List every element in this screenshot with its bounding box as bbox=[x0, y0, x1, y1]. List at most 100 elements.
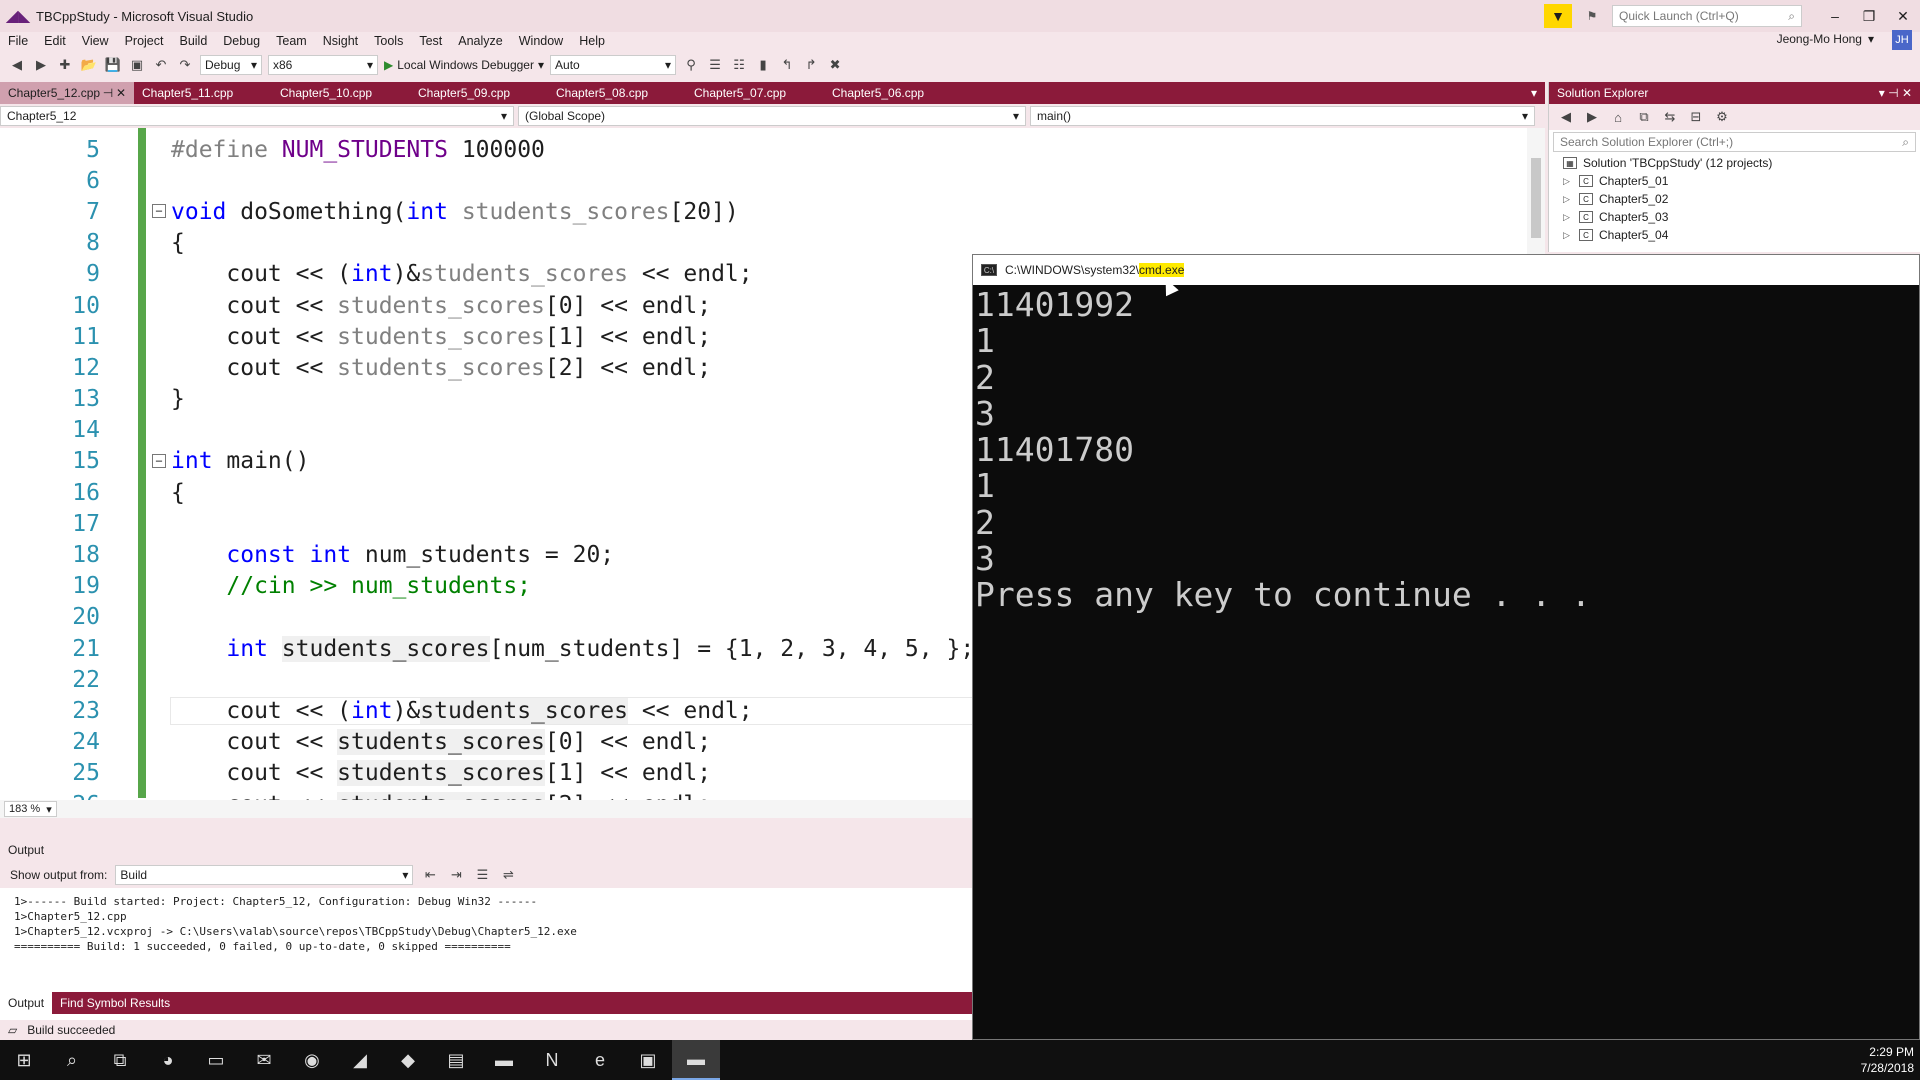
tab-chapter5-09[interactable]: Chapter5_09.cpp bbox=[410, 82, 548, 104]
task-view-icon[interactable]: ⧉ bbox=[96, 1040, 144, 1080]
edge-icon[interactable]: e bbox=[576, 1040, 624, 1080]
remote-desktop-icon[interactable]: ▣ bbox=[624, 1040, 672, 1080]
menu-window[interactable]: Window bbox=[519, 34, 573, 48]
menu-project[interactable]: Project bbox=[125, 34, 174, 48]
menu-build[interactable]: Build bbox=[179, 34, 217, 48]
visual-studio-icon[interactable]: ◢ bbox=[336, 1040, 384, 1080]
undo-icon[interactable]: ↶ bbox=[152, 56, 170, 74]
collapse-icon[interactable]: − bbox=[152, 204, 166, 219]
project-node[interactable]: ▷ C Chapter5_03 bbox=[1563, 208, 1920, 226]
sync-icon[interactable]: ⇆ bbox=[1661, 108, 1679, 126]
uncomment-icon[interactable]: ☷ bbox=[730, 56, 748, 74]
next-message-icon[interactable]: ⇥ bbox=[447, 866, 465, 884]
project-node[interactable]: ▷ C Chapter5_04 bbox=[1563, 226, 1920, 244]
tab-output[interactable]: Output bbox=[0, 992, 53, 1014]
open-file-icon[interactable]: 📂 bbox=[80, 56, 98, 74]
collapse-all-icon[interactable]: ⊟ bbox=[1687, 108, 1705, 126]
chevron-down-icon[interactable]: ▾ bbox=[1879, 86, 1885, 100]
console-window[interactable]: C:\ C:\WINDOWS\system32\cmd.exe 11401992… bbox=[972, 254, 1920, 1040]
tab-chapter5-10[interactable]: Chapter5_10.cpp bbox=[272, 82, 410, 104]
back-icon[interactable]: ◀ bbox=[8, 56, 26, 74]
close-icon[interactable]: ✕ bbox=[1902, 86, 1912, 100]
expand-icon[interactable]: ▷ bbox=[1563, 176, 1573, 187]
onenote-icon[interactable]: N bbox=[528, 1040, 576, 1080]
output-source-select[interactable]: Build ▾ bbox=[115, 865, 414, 885]
menu-file[interactable]: File bbox=[8, 34, 38, 48]
scrollbar-thumb[interactable] bbox=[1531, 158, 1541, 238]
feedback-filter-icon[interactable]: ▼ bbox=[1544, 4, 1572, 28]
save-icon[interactable]: 💾 bbox=[104, 56, 122, 74]
find-icon[interactable]: ⚲ bbox=[682, 56, 700, 74]
zoom-select[interactable]: 183 % ▾ bbox=[4, 801, 57, 817]
system-clock[interactable]: 2:29 PM 7/28/2018 bbox=[1861, 1044, 1914, 1076]
console-title-bar[interactable]: C:\ C:\WINDOWS\system32\cmd.exe bbox=[973, 255, 1919, 285]
prev-bookmark-icon[interactable]: ↰ bbox=[778, 56, 796, 74]
expand-icon[interactable]: ▷ bbox=[1563, 212, 1573, 223]
tab-find-symbol-results[interactable]: Find Symbol Results bbox=[52, 992, 178, 1014]
tab-chapter5-06[interactable]: Chapter5_06.cpp bbox=[824, 82, 962, 104]
menu-debug[interactable]: Debug bbox=[223, 34, 270, 48]
forward-icon[interactable]: ▶ bbox=[32, 56, 50, 74]
project-select[interactable]: Chapter5_12 ▾ bbox=[0, 106, 514, 126]
mail-icon[interactable]: ✉ bbox=[240, 1040, 288, 1080]
pin-icon[interactable]: ⊣ bbox=[103, 86, 113, 100]
solution-platform-select[interactable]: x86 ▾ bbox=[268, 55, 378, 75]
menu-team[interactable]: Team bbox=[276, 34, 317, 48]
expand-icon[interactable]: ▷ bbox=[1563, 194, 1573, 205]
redo-icon[interactable]: ↷ bbox=[176, 56, 194, 74]
menu-test[interactable]: Test bbox=[419, 34, 452, 48]
window-icon[interactable]: ▬ bbox=[480, 1040, 528, 1080]
collapse-icon[interactable]: − bbox=[152, 453, 166, 468]
properties-icon[interactable]: ⚙ bbox=[1713, 108, 1731, 126]
cmd-taskbar-icon[interactable]: ▬ bbox=[672, 1040, 720, 1080]
clear-all-icon[interactable]: ☰ bbox=[473, 866, 491, 884]
menu-nsight[interactable]: Nsight bbox=[323, 34, 368, 48]
close-button[interactable]: ✕ bbox=[1886, 0, 1920, 32]
quick-launch-input[interactable]: Quick Launch (Ctrl+Q) ⌕ bbox=[1612, 5, 1802, 27]
forward-icon[interactable]: ▶ bbox=[1583, 108, 1601, 126]
next-bookmark-icon[interactable]: ↱ bbox=[802, 56, 820, 74]
chrome-icon[interactable]: ◉ bbox=[288, 1040, 336, 1080]
user-account[interactable]: Jeong-Mo Hong ▾ bbox=[1777, 32, 1874, 46]
start-debugger-button[interactable]: ▶ Local Windows Debugger ▾ bbox=[384, 58, 544, 72]
pin-icon[interactable]: ⊣ bbox=[1888, 86, 1898, 100]
switch-views-icon[interactable]: ⧉ bbox=[1635, 108, 1653, 126]
menu-help[interactable]: Help bbox=[579, 34, 615, 48]
prev-message-icon[interactable]: ⇤ bbox=[421, 866, 439, 884]
comment-icon[interactable]: ☰ bbox=[706, 56, 724, 74]
tab-chapter5-12[interactable]: Chapter5_12.cpp ⊣ ✕ bbox=[0, 82, 134, 104]
bookmark-icon[interactable]: ▮ bbox=[754, 56, 772, 74]
search-icon[interactable]: ⌕ bbox=[48, 1040, 96, 1080]
project-node[interactable]: ▷ C Chapter5_01 bbox=[1563, 172, 1920, 190]
word-wrap-icon[interactable]: ⇌ bbox=[499, 866, 517, 884]
app-icon[interactable]: ▤ bbox=[432, 1040, 480, 1080]
expand-icon[interactable]: ▷ bbox=[1563, 230, 1573, 241]
debug-mode-select[interactable]: Auto ▾ bbox=[550, 55, 677, 75]
solution-configuration-select[interactable]: Debug ▾ bbox=[200, 55, 262, 75]
minimize-button[interactable]: – bbox=[1818, 0, 1852, 32]
clear-bookmarks-icon[interactable]: ✖ bbox=[826, 56, 844, 74]
notifications-icon[interactable]: ⚑ bbox=[1580, 4, 1604, 28]
close-icon[interactable]: ✕ bbox=[116, 86, 126, 100]
solution-explorer-search[interactable]: Search Solution Explorer (Ctrl+;) ⌕ bbox=[1553, 132, 1916, 152]
menu-tools[interactable]: Tools bbox=[374, 34, 413, 48]
user-avatar[interactable]: JH bbox=[1892, 30, 1912, 50]
file-explorer-icon[interactable]: ▭ bbox=[192, 1040, 240, 1080]
menu-edit[interactable]: Edit bbox=[44, 34, 76, 48]
git-icon[interactable]: ◆ bbox=[384, 1040, 432, 1080]
tab-chapter5-07[interactable]: Chapter5_07.cpp bbox=[686, 82, 824, 104]
windows-start-icon[interactable]: ⊞ bbox=[0, 1040, 48, 1080]
scope-select[interactable]: (Global Scope) ▾ bbox=[518, 106, 1026, 126]
tab-chapter5-11[interactable]: Chapter5_11.cpp bbox=[134, 82, 272, 104]
menu-analyze[interactable]: Analyze bbox=[458, 34, 512, 48]
save-all-icon[interactable]: ▣ bbox=[128, 56, 146, 74]
new-project-icon[interactable]: ✚ bbox=[56, 56, 74, 74]
tab-overflow-icon[interactable]: ▾ bbox=[1531, 82, 1545, 104]
home-icon[interactable]: ⌂ bbox=[1609, 108, 1627, 126]
chat-app-icon[interactable]: ◕ bbox=[144, 1040, 192, 1080]
solution-node[interactable]: ▦ Solution 'TBCppStudy' (12 projects) bbox=[1563, 154, 1920, 172]
project-node[interactable]: ▷ C Chapter5_02 bbox=[1563, 190, 1920, 208]
member-select[interactable]: main() ▾ bbox=[1030, 106, 1535, 126]
tab-chapter5-08[interactable]: Chapter5_08.cpp bbox=[548, 82, 686, 104]
menu-view[interactable]: View bbox=[82, 34, 119, 48]
